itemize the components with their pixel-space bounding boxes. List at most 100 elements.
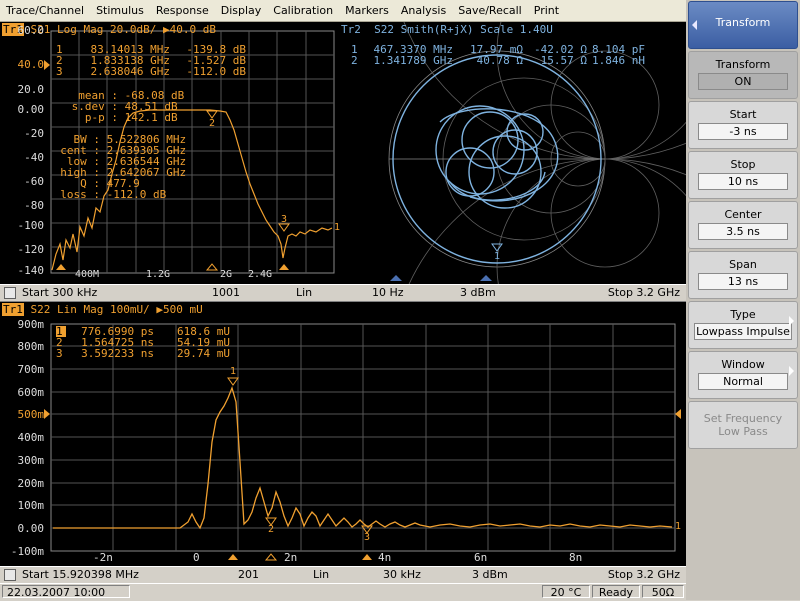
y-tick: 100m [17, 499, 45, 512]
y-tick: -20 [24, 127, 44, 140]
stat-key: p-p : [84, 111, 118, 124]
y-tick: 60.0 [17, 24, 45, 37]
stat-value: 142.1 dB [124, 111, 178, 124]
sweep-points[interactable]: 201 [238, 568, 259, 581]
log-mag-x-axis: 400M 1.2G 2G 2.4G [0, 269, 340, 283]
power-level[interactable]: 3 dBm [472, 568, 508, 581]
bw-value: -112.0 dB [106, 188, 167, 201]
start-freq[interactable]: Start 300 kHz [22, 286, 97, 299]
window-button[interactable]: Window Normal [688, 351, 798, 399]
stop-freq[interactable]: Stop 3.2 GHz [608, 568, 680, 581]
temperature: 20 °C [542, 585, 590, 599]
start-time-button[interactable]: Start -3 ns [688, 101, 798, 149]
marker-end-label: 1 [675, 521, 682, 532]
bottom-channel-panel[interactable]: Tr1 S22 Lin Mag 100mU/ ▶500 mU 900m 800m… [0, 302, 686, 566]
marker-num: 2 [351, 54, 358, 67]
set-frequency-low-pass-button[interactable]: Set Frequency Low Pass [688, 401, 798, 449]
menu-print[interactable]: Print [528, 4, 565, 17]
impedance: 50Ω [642, 585, 684, 599]
softkey-value: 13 ns [698, 273, 788, 290]
menu-trace-channel[interactable]: Trace/Channel [0, 4, 90, 17]
sweep-type[interactable]: Lin [296, 286, 312, 299]
menu-response[interactable]: Response [150, 4, 215, 17]
y-tick: 300m [17, 454, 45, 467]
menu-display[interactable]: Display [215, 4, 268, 17]
y-tick: -120 [17, 243, 45, 256]
smith-axis-marker [390, 275, 402, 281]
marker-2-triangle [206, 110, 218, 119]
marker-3-label: 3 [281, 214, 288, 225]
power-level[interactable]: 3 dBm [460, 286, 496, 299]
marker-table-left: 1 83.14013 MHz -139.8 dB 2 1.833138 GHz -1.5… [56, 44, 246, 77]
y-tick-ref: 40.0 [17, 58, 45, 71]
softkey-menu-header[interactable]: Transform [688, 1, 798, 49]
center-time-button[interactable]: Center 3.5 ns [688, 201, 798, 249]
softkey-value: 10 ns [698, 173, 788, 190]
channel-checkbox[interactable] [4, 287, 16, 299]
marker-row[interactable]: 3 3.592233 ns 29.74 mU [56, 348, 230, 359]
sweep-type[interactable]: Lin [313, 568, 329, 581]
x-tick: 0 [193, 551, 200, 564]
top-channel-panel[interactable]: Tr1 S21 Log Mag 20.0dB/ ▶40.0 dB Tr2 S22… [0, 22, 686, 284]
bw-key: loss : [60, 188, 100, 201]
y-tick: -60 [24, 175, 44, 188]
instrument-status-bar: 22.03.2007 10:00 20 °C Ready 50Ω [0, 583, 800, 601]
menu-analysis[interactable]: Analysis [395, 4, 452, 17]
type-button[interactable]: Type Lowpass Impulse [688, 301, 798, 349]
sweep-points[interactable]: 1001 [212, 286, 240, 299]
marker-table-right: 1 467.3370 MHz 17.97 mΩ -42.02 Ω 8.104 pF 21… [351, 44, 645, 66]
menu-markers[interactable]: Markers [339, 4, 395, 17]
softkey-panel: Transform Transform ON Start -3 ns Stop … [686, 0, 800, 600]
menu-bar: Trace/Channel Stimulus Response Display … [0, 0, 686, 22]
softkey-header-label: Transform [715, 16, 771, 29]
menu-calibration[interactable]: Calibration [267, 4, 339, 17]
marker-freq: 2.638046 GHz [90, 65, 170, 78]
y-tick: 800m [17, 340, 45, 353]
marker-row-active[interactable]: 3 2.638046 GHz -112.0 dB [56, 66, 246, 77]
if-bandwidth[interactable]: 30 kHz [383, 568, 421, 581]
if-bandwidth[interactable]: 10 Hz [372, 286, 404, 299]
ref-level-arrow-right [675, 409, 681, 419]
ref-arrow-icon: ▶ [162, 23, 170, 36]
menu-stimulus[interactable]: Stimulus [90, 4, 150, 17]
marker-reactance: 15.57 Ω [540, 54, 587, 67]
start-freq[interactable]: Start 15.920398 MHz [22, 568, 139, 581]
channel-checkbox[interactable] [4, 569, 16, 581]
marker-num: 3 [56, 347, 63, 360]
smith-marker-1-label: 1 [494, 251, 501, 262]
softkey-label: Start [729, 108, 757, 121]
transform-toggle[interactable]: Transform ON [688, 51, 798, 99]
x-tick: 2n [284, 551, 298, 564]
softkey-value: Lowpass Impulse [694, 323, 792, 340]
ref-arrow-icon: ▶ [156, 303, 163, 316]
y-tick: 200m [17, 477, 45, 490]
marker-value: -112.0 dB [186, 65, 246, 78]
trace1-ref: 40.0 dB [169, 23, 216, 36]
smith-marker-triangle [491, 243, 503, 252]
marker-equivalent: 1.846 nH [592, 54, 645, 67]
y-tick: -40 [24, 151, 44, 164]
marker-3-triangle [278, 223, 290, 232]
softkey-label-2: Low Pass [718, 425, 768, 438]
trace-ref: 500 mU [162, 303, 203, 316]
marker-1-label: 1 [334, 222, 341, 233]
y-tick: -100 [17, 219, 45, 232]
softkey-label: Set Frequency [703, 412, 783, 425]
bottom-marker-table: 1 776.6990 ps 618.6 mU 2 1.564725 ns 54.19 m… [56, 326, 230, 359]
x-tick: -2n [93, 551, 113, 564]
x-tick: 2G [220, 269, 233, 280]
submenu-arrow-icon [789, 366, 794, 376]
marker-value: 29.74 mU [177, 347, 230, 360]
softkey-value: -3 ns [698, 123, 788, 140]
smith-marker-row[interactable]: 2 1.341789 GHz 40.78 Ω 15.57 Ω 1.846 nH [351, 55, 645, 66]
lin-mag-x-axis: -2n 0 2n 4n 6n 8n [0, 551, 686, 565]
x-tick: 1.2G [146, 269, 171, 280]
trace2-title[interactable]: Tr2 S22 Smith(R+jX) Scale 1.40U [341, 23, 553, 36]
softkey-label: Type [730, 308, 756, 321]
y-tick: -80 [24, 199, 44, 212]
span-time-button[interactable]: Span 13 ns [688, 251, 798, 299]
y-tick: 600m [17, 386, 45, 399]
menu-save-recall[interactable]: Save/Recall [452, 4, 528, 17]
stop-time-button[interactable]: Stop 10 ns [688, 151, 798, 199]
stop-freq[interactable]: Stop 3.2 GHz [608, 286, 680, 299]
